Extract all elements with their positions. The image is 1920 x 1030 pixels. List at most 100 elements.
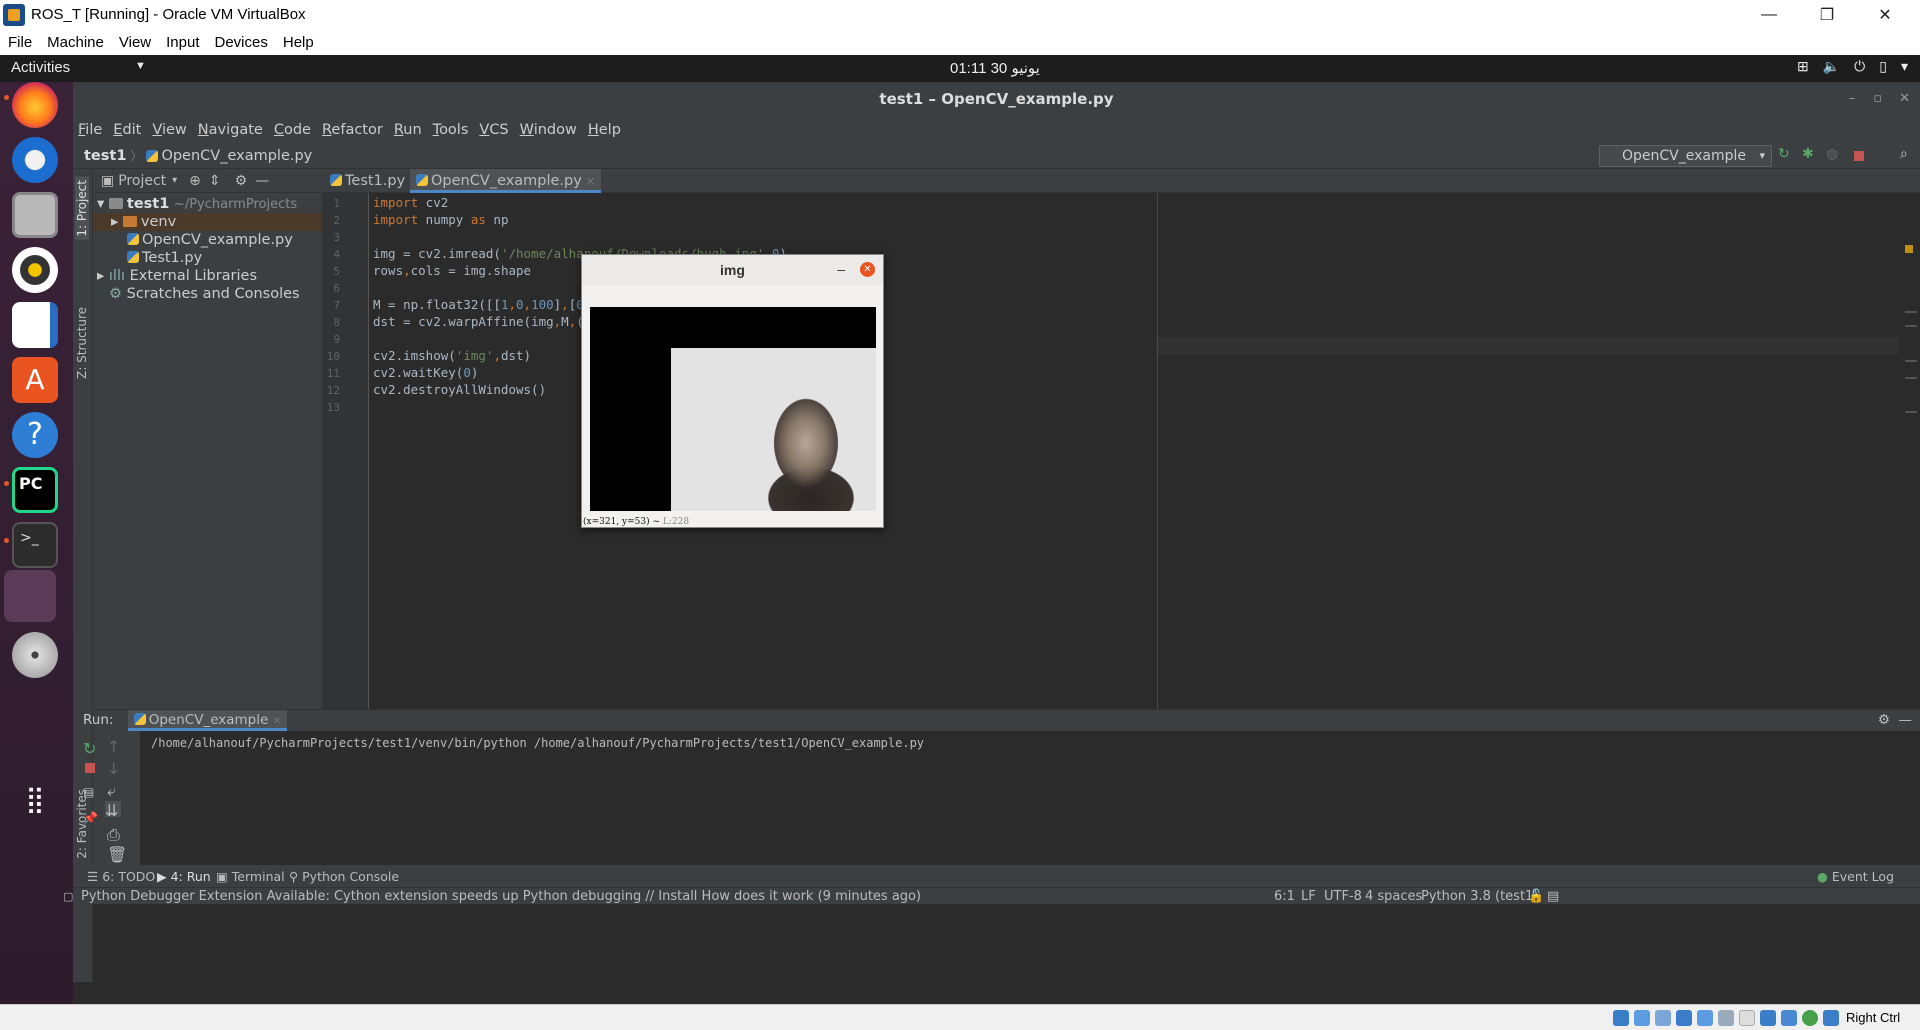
pycharm-icon[interactable]: PC (12, 467, 58, 513)
project-view-select[interactable]: Project (118, 173, 166, 189)
pc-menu-code[interactable]: Code (269, 122, 317, 138)
tab-structure[interactable]: Z: Structure (75, 307, 89, 379)
rhythmbox-icon[interactable] (12, 247, 58, 293)
restore-icon[interactable]: ❐ (1798, 0, 1856, 29)
close-tab-icon[interactable]: ✕ (586, 175, 595, 188)
show-apps-icon[interactable]: ⣿ (12, 777, 58, 823)
pc-menu-window[interactable]: Window (515, 122, 583, 138)
memory-icon[interactable]: ▤ (1547, 888, 1559, 905)
pc-menu-refactor[interactable]: Refactor (317, 122, 389, 138)
cpu-icon[interactable] (1781, 1010, 1797, 1026)
event-log-tab[interactable]: ● Event Log (1817, 869, 1894, 884)
run-tool-tab[interactable]: ▶ 4: Run (157, 869, 211, 884)
files-icon[interactable] (12, 192, 58, 238)
tree-node-test1-py[interactable]: Test1.py (127, 249, 202, 267)
error-stripe[interactable] (1899, 193, 1920, 709)
tab-project[interactable]: 1: Project (75, 177, 89, 240)
locate-icon[interactable]: ⊕ (189, 173, 201, 189)
breadcrumb-file[interactable]: OpenCV_example.py (161, 148, 312, 164)
down-arrow-icon[interactable]: ↓ (107, 759, 120, 778)
coverage-icon[interactable]: ◍ (1826, 146, 1840, 162)
clock[interactable]: 01:11 30 يونيو (950, 59, 1040, 77)
restore-layout-icon[interactable]: ▤ (83, 785, 95, 799)
code-line[interactable]: import cv2 (373, 195, 448, 210)
vbox-menu-file[interactable]: File (0, 34, 39, 51)
up-arrow-icon[interactable]: ↑ (107, 737, 120, 756)
close-icon[interactable]: ✕ (1856, 0, 1914, 29)
tree-node-scratches[interactable]: ⚙ Scratches and Consoles (109, 285, 300, 303)
code-line[interactable]: rows,cols = img.shape (373, 263, 531, 278)
rerun-icon[interactable]: ↻ (1778, 146, 1792, 162)
status-toggle-icon[interactable]: ▢ (63, 888, 73, 905)
soft-wrap-icon[interactable]: ⤶ (107, 781, 119, 800)
line-separator[interactable]: LF (1301, 888, 1316, 905)
scroll-to-end-icon[interactable]: ⇊ (105, 801, 121, 820)
pc-menu-file[interactable]: File (73, 122, 108, 138)
gear-icon[interactable]: ⚙ (235, 173, 248, 189)
usb-icon[interactable] (1697, 1010, 1713, 1026)
pc-menu-vcs[interactable]: VCS (474, 122, 514, 138)
vbox-menu-help[interactable]: Help (275, 34, 321, 51)
code-line[interactable]: cv2.waitKey(0) (373, 365, 478, 380)
status-message[interactable]: Python Debugger Extension Available: Cyt… (81, 888, 921, 905)
trash-icon[interactable]: 🗑 (107, 845, 127, 864)
pin-icon[interactable]: 📌 (83, 811, 98, 825)
pc-menu-view[interactable]: View (147, 122, 192, 138)
pc-menu-tools[interactable]: Tools (428, 122, 475, 138)
network-icon[interactable] (1676, 1010, 1692, 1026)
activities-button[interactable]: Activities (11, 59, 70, 76)
pc-minimize-icon[interactable]: – (1849, 82, 1856, 116)
stop-icon[interactable] (85, 763, 95, 773)
gear-icon[interactable]: ⚙ (1878, 710, 1890, 731)
run-output[interactable]: /home/alhanouf/PycharmProjects/test1/ven… (151, 736, 924, 750)
caret-position[interactable]: 6:1 (1274, 888, 1295, 905)
rerun-icon[interactable]: ↻ (83, 739, 96, 758)
stripe-marker[interactable] (1905, 360, 1917, 362)
run-tab[interactable]: OpenCV_example ✕ (127, 710, 287, 731)
run-config-select[interactable]: OpenCV_example (1599, 145, 1772, 167)
todo-tab[interactable]: ☰ 6: TODO (87, 869, 155, 884)
dvd-icon[interactable] (12, 632, 58, 678)
img-window-titlebar[interactable]: img – ✕ (582, 255, 883, 285)
tree-node-opencv-example[interactable]: OpenCV_example.py (127, 231, 293, 249)
pc-menu-run[interactable]: Run (389, 122, 428, 138)
tab-opencv-example[interactable]: OpenCV_example.py ✕ (410, 169, 602, 193)
expand-arrow-icon[interactable]: ▸ (97, 268, 104, 284)
vbox-menu-view[interactable]: View (111, 34, 158, 51)
minimize-icon[interactable]: — (1740, 0, 1798, 29)
vbox-menu-input[interactable]: Input (158, 34, 206, 51)
software-icon[interactable]: A (12, 357, 58, 403)
collapse-icon[interactable]: ⇕ (209, 173, 221, 189)
print-icon[interactable]: ⎙ (107, 825, 120, 844)
stop-icon[interactable] (1854, 151, 1864, 161)
vbox-menu-machine[interactable]: Machine (39, 34, 111, 51)
tree-node-venv[interactable]: ▸ venv (93, 213, 322, 231)
terminal-tab[interactable]: ▣ Terminal (216, 869, 285, 884)
indent-setting[interactable]: 4 spaces (1365, 888, 1422, 905)
pc-menu-edit[interactable]: Edit (108, 122, 147, 138)
hdd-icon[interactable] (1613, 1010, 1629, 1026)
warning-marker-icon[interactable] (1905, 245, 1913, 253)
breadcrumb-project[interactable]: test1 (73, 148, 126, 164)
stripe-marker[interactable] (1905, 325, 1917, 327)
help-icon[interactable]: ? (12, 412, 58, 458)
stripe-marker[interactable] (1905, 377, 1917, 379)
expand-arrow-icon[interactable]: ▾ (97, 196, 104, 212)
guest-additions-icon[interactable] (1802, 1010, 1818, 1026)
firefox-icon[interactable] (12, 82, 58, 128)
dropdown-arrow-icon[interactable]: ▾ (172, 175, 177, 186)
mouse-integration-icon[interactable] (1823, 1010, 1839, 1026)
search-icon[interactable]: ⌕ (1900, 146, 1914, 162)
img-minimize-icon[interactable]: – (837, 254, 845, 284)
host-key-label[interactable]: Right Ctrl (1846, 1010, 1900, 1025)
terminal-icon[interactable]: >_ (12, 522, 58, 568)
pc-maximize-icon[interactable]: ▫ (1873, 82, 1882, 116)
pc-menu-help[interactable]: Help (583, 122, 627, 138)
shared-folder-icon[interactable] (1718, 1010, 1734, 1026)
code-line[interactable]: import numpy as np (373, 212, 508, 227)
optical-icon[interactable] (1634, 1010, 1650, 1026)
lock-icon[interactable]: 🔓 (1528, 888, 1544, 905)
writer-icon[interactable] (12, 302, 58, 348)
code-line[interactable]: cv2.destroyAllWindows() (373, 382, 546, 397)
stripe-marker[interactable] (1905, 411, 1917, 413)
